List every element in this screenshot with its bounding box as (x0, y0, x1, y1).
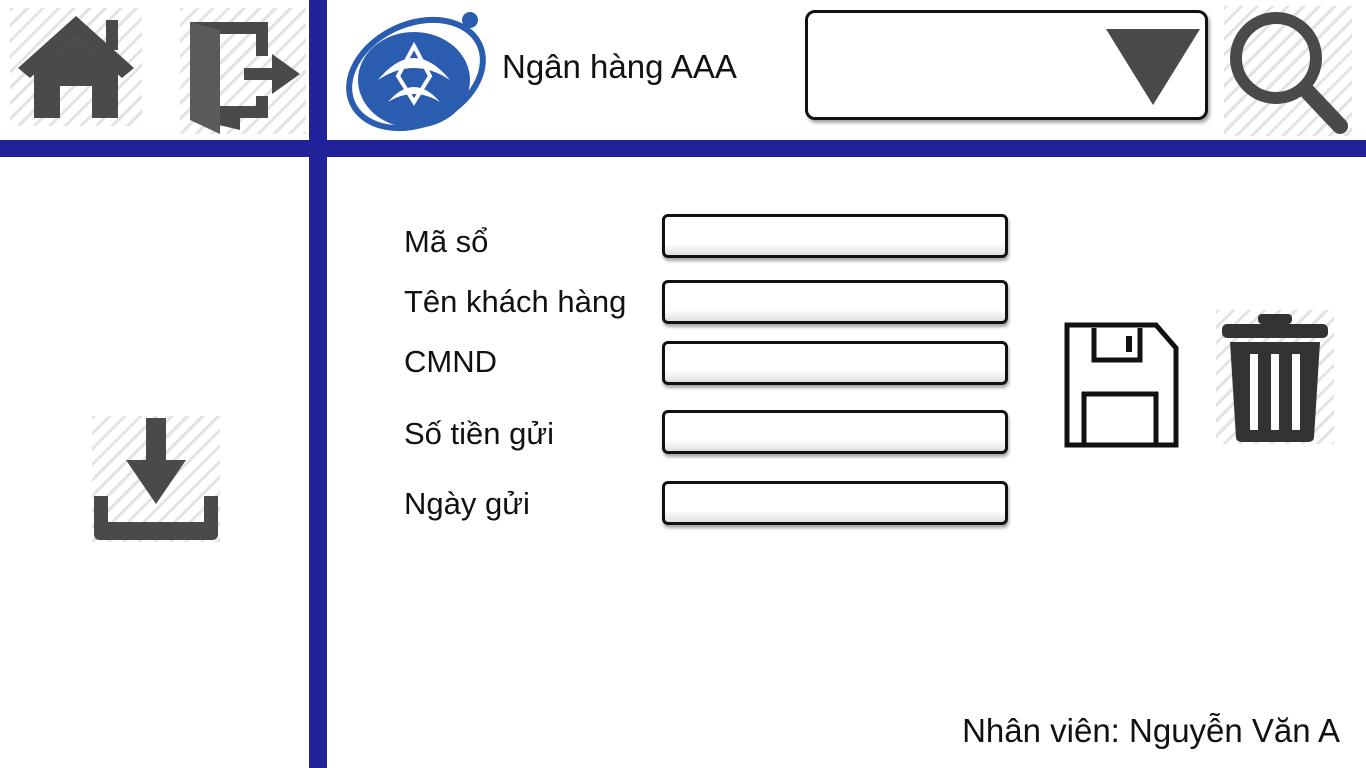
ngay-gui-input[interactable] (662, 481, 1008, 525)
logout-button[interactable] (180, 8, 306, 134)
chevron-down-icon[interactable] (1104, 25, 1202, 107)
save-icon (1064, 322, 1179, 448)
bank-name: Ngân hàng AAA (502, 48, 737, 85)
label-cmnd: CMND (404, 344, 497, 379)
delete-icon (1222, 314, 1328, 442)
delete-button[interactable] (1216, 310, 1334, 444)
logout-icon (190, 22, 300, 134)
so-tien-gui-input[interactable] (662, 410, 1008, 454)
label-ten-khach-hang: Tên khách hàng (404, 284, 627, 319)
label-so-tien-gui: Số tiền gửi (404, 416, 555, 451)
label-ma-so: Mã sổ (404, 224, 489, 259)
bank-logo (338, 6, 498, 136)
download-button[interactable] (92, 416, 220, 542)
search-icon (1230, 12, 1348, 134)
staff-name: Nhân viên: Nguyễn Văn A (962, 712, 1340, 749)
ma-so-input[interactable] (662, 214, 1008, 258)
cmnd-input[interactable] (662, 341, 1008, 385)
vertical-divider (309, 0, 327, 768)
home-icon (18, 16, 134, 118)
save-button[interactable] (1064, 322, 1180, 448)
download-icon (94, 418, 218, 540)
search-button[interactable] (1224, 6, 1352, 136)
ten-khach-hang-input[interactable] (662, 280, 1008, 324)
home-button[interactable] (10, 8, 142, 126)
branch-dropdown[interactable] (805, 10, 1208, 120)
label-ngay-gui: Ngày gửi (404, 486, 530, 521)
header-divider (0, 140, 1366, 157)
